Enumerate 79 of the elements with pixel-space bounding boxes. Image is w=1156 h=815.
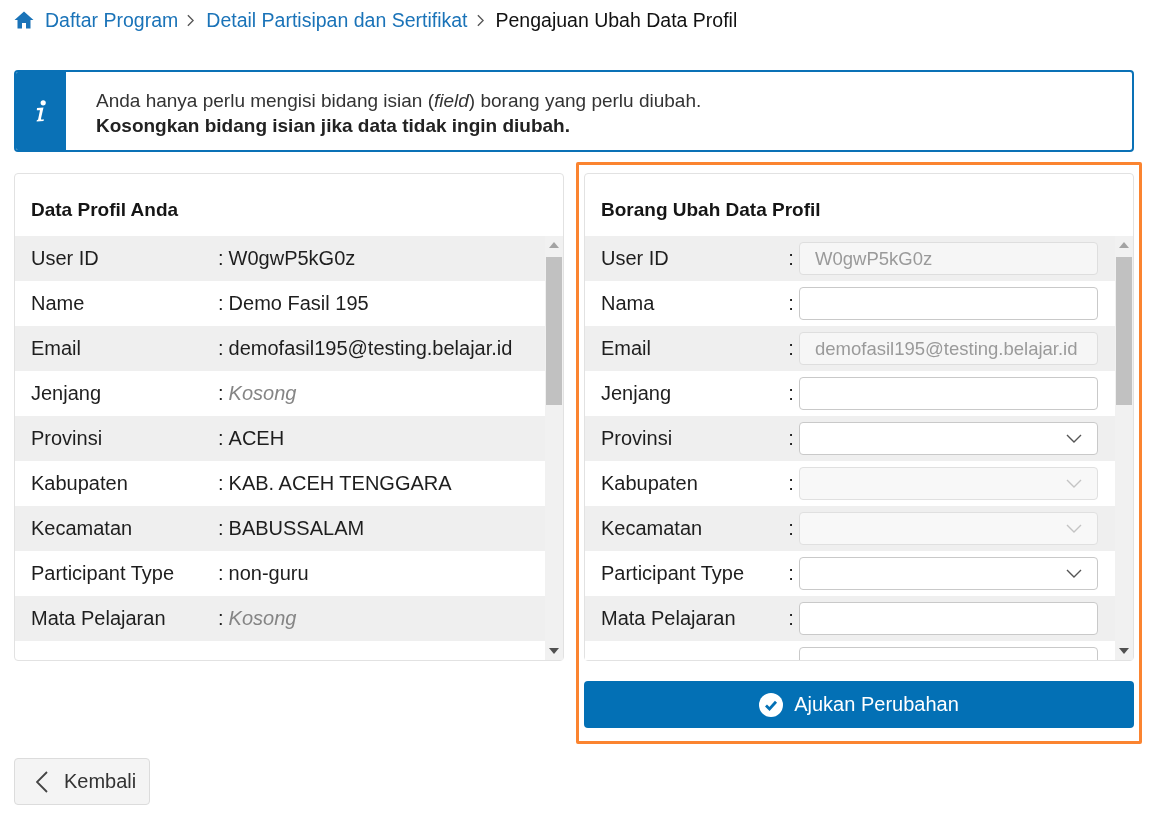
chevron-right-icon bbox=[187, 13, 195, 27]
field-label: Participant Type bbox=[31, 562, 176, 585]
field-value: non-guru bbox=[228, 562, 309, 585]
separator-colon: : bbox=[218, 517, 224, 540]
separator-colon: : bbox=[218, 607, 224, 630]
input-field[interactable] bbox=[799, 377, 1098, 410]
field-label: Nama bbox=[601, 292, 656, 315]
field-label: Name bbox=[31, 292, 86, 315]
submit-button[interactable]: Ajukan Perubahan bbox=[584, 681, 1134, 728]
field-label: Kecamatan bbox=[601, 517, 704, 540]
dropdown-field[interactable] bbox=[799, 557, 1098, 590]
field-value: BABUSSALAM bbox=[228, 517, 365, 540]
scrollbar-thumb[interactable] bbox=[1116, 257, 1132, 405]
field-label: Kecamatan bbox=[31, 517, 134, 540]
home-icon[interactable] bbox=[14, 11, 34, 29]
info-message: Anda hanya perlu mengisi bidang isian (field) borang yang perlu diubah. bbox=[96, 89, 702, 113]
scroll-up-icon[interactable] bbox=[549, 242, 559, 248]
field-label: User ID bbox=[601, 247, 670, 270]
separator-colon: : bbox=[218, 427, 224, 450]
field-label: Provinsi bbox=[601, 427, 674, 450]
separator-colon: : bbox=[218, 337, 224, 360]
chevron-down-icon bbox=[1066, 524, 1082, 533]
field-value: demofasil195@testing.belajar.id bbox=[228, 337, 513, 360]
separator-colon: : bbox=[787, 562, 795, 585]
breadcrumb-link[interactable]: Detail Partisipan dan Sertifikat bbox=[206, 8, 468, 32]
scrollbar[interactable] bbox=[1115, 236, 1133, 660]
separator-colon: : bbox=[787, 472, 795, 495]
breadcrumb-link[interactable]: Daftar Program bbox=[45, 8, 179, 32]
field-value: ACEH bbox=[228, 427, 285, 450]
scrollbar[interactable] bbox=[545, 236, 563, 660]
chevron-left-icon bbox=[36, 770, 48, 793]
input-field[interactable] bbox=[799, 602, 1098, 635]
input-field: demofasil195@testing.belajar.id bbox=[799, 332, 1098, 365]
scroll-down-icon[interactable] bbox=[1119, 648, 1129, 654]
field-label: Provinsi bbox=[31, 427, 104, 450]
scroll-up-icon[interactable] bbox=[1119, 242, 1129, 248]
field-label: Kabupaten bbox=[31, 472, 129, 495]
separator-colon: : bbox=[787, 427, 795, 450]
separator-colon: : bbox=[218, 382, 224, 405]
separator-colon: : bbox=[218, 562, 224, 585]
field-label: User ID bbox=[31, 247, 100, 270]
card-title: Borang Ubah Data Profil bbox=[600, 198, 822, 222]
field-label: Email bbox=[601, 337, 652, 360]
separator-colon: : bbox=[218, 247, 224, 270]
chevron-down-icon bbox=[1066, 479, 1082, 488]
info-icon bbox=[35, 100, 47, 122]
chevron-right-icon bbox=[476, 13, 484, 27]
chevron-down-icon bbox=[1066, 569, 1082, 578]
field-value: W0gwP5kG0z bbox=[228, 247, 356, 270]
input-field[interactable] bbox=[799, 287, 1098, 320]
field-label: Kabupaten bbox=[601, 472, 699, 495]
separator-colon: : bbox=[787, 337, 795, 360]
info-emphasis: Kosongkan bidang isian jika data tidak ingin diubah. bbox=[96, 114, 571, 138]
field-label: Jenjang bbox=[601, 382, 673, 405]
separator-colon: : bbox=[218, 292, 224, 315]
field-label: Mata Pelajaran bbox=[31, 607, 167, 630]
separator-colon: : bbox=[218, 472, 224, 495]
chevron-down-icon bbox=[1066, 434, 1082, 443]
field-value: KAB. ACEH TENGGARA bbox=[228, 472, 452, 495]
field-label: Mata Pelajaran bbox=[601, 607, 737, 630]
field-label: Participant Type bbox=[601, 562, 746, 585]
check-circle-icon bbox=[759, 692, 784, 717]
separator-colon: : bbox=[787, 292, 795, 315]
breadcrumb-current: Pengajuan Ubah Data Profil bbox=[495, 8, 738, 32]
scrollbar-thumb[interactable] bbox=[546, 257, 562, 405]
separator-colon: : bbox=[787, 607, 795, 630]
separator-colon: : bbox=[787, 517, 795, 540]
scroll-down-icon[interactable] bbox=[549, 648, 559, 654]
separator-colon: : bbox=[787, 247, 795, 270]
dropdown-field[interactable] bbox=[799, 422, 1098, 455]
field-value: Kosong bbox=[228, 607, 297, 630]
card-title: Data Profil Anda bbox=[30, 198, 180, 222]
separator-colon: : bbox=[787, 382, 795, 405]
field-label: Email bbox=[31, 337, 82, 360]
field-label: Jenjang bbox=[31, 382, 103, 405]
field-value: Demo Fasil 195 bbox=[228, 292, 369, 315]
field-value: Kosong bbox=[228, 382, 297, 405]
back-button[interactable]: Kembali bbox=[14, 758, 150, 805]
input-field: W0gwP5kG0z bbox=[799, 242, 1098, 275]
